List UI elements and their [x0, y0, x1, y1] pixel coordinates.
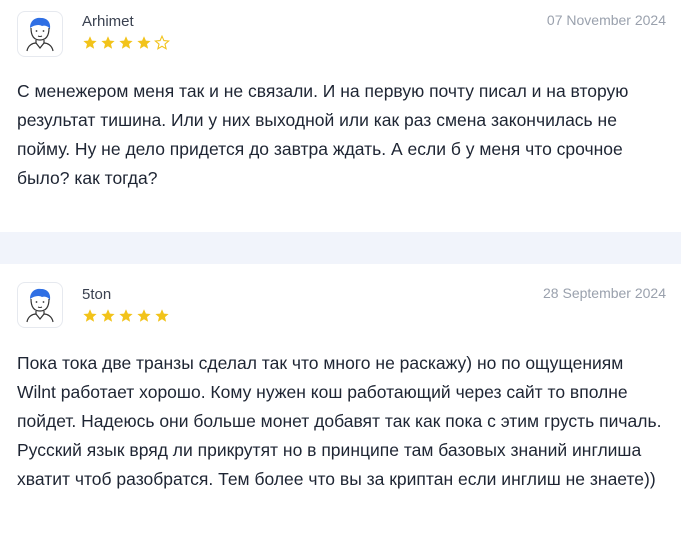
star-filled-icon [137, 309, 151, 322]
star-rating [82, 308, 170, 324]
review-text: С менежером меня так и не связали. И на … [17, 81, 629, 188]
author-name: Arhimet [82, 13, 134, 30]
star-filled-icon [101, 36, 115, 49]
review-card: Arhimet 07 November 2024 С менежером мен… [0, 0, 681, 232]
star-filled-icon [119, 36, 133, 49]
star-filled-icon [155, 309, 169, 322]
review-text: Пока тока две транзы сделал так что мног… [17, 353, 662, 489]
review-date: 28 September 2024 [543, 285, 666, 301]
author-avatar [17, 11, 63, 57]
star-filled-icon [83, 36, 97, 49]
star-empty-icon [154, 35, 170, 50]
star-filled-icon [101, 309, 115, 322]
star-filled-icon [137, 36, 151, 49]
author-name: 5ton [82, 286, 112, 303]
author-avatar [17, 282, 63, 328]
user-avatar-icon [26, 288, 54, 323]
review-card: 5ton 28 September 2024 Пока тока две тра… [0, 264, 681, 536]
review-date: 07 November 2024 [546, 12, 666, 28]
star-rating [82, 35, 170, 51]
user-avatar-icon [26, 17, 54, 52]
star-filled-icon [83, 309, 97, 322]
review-separator [0, 232, 681, 264]
star-filled-icon [119, 309, 133, 322]
